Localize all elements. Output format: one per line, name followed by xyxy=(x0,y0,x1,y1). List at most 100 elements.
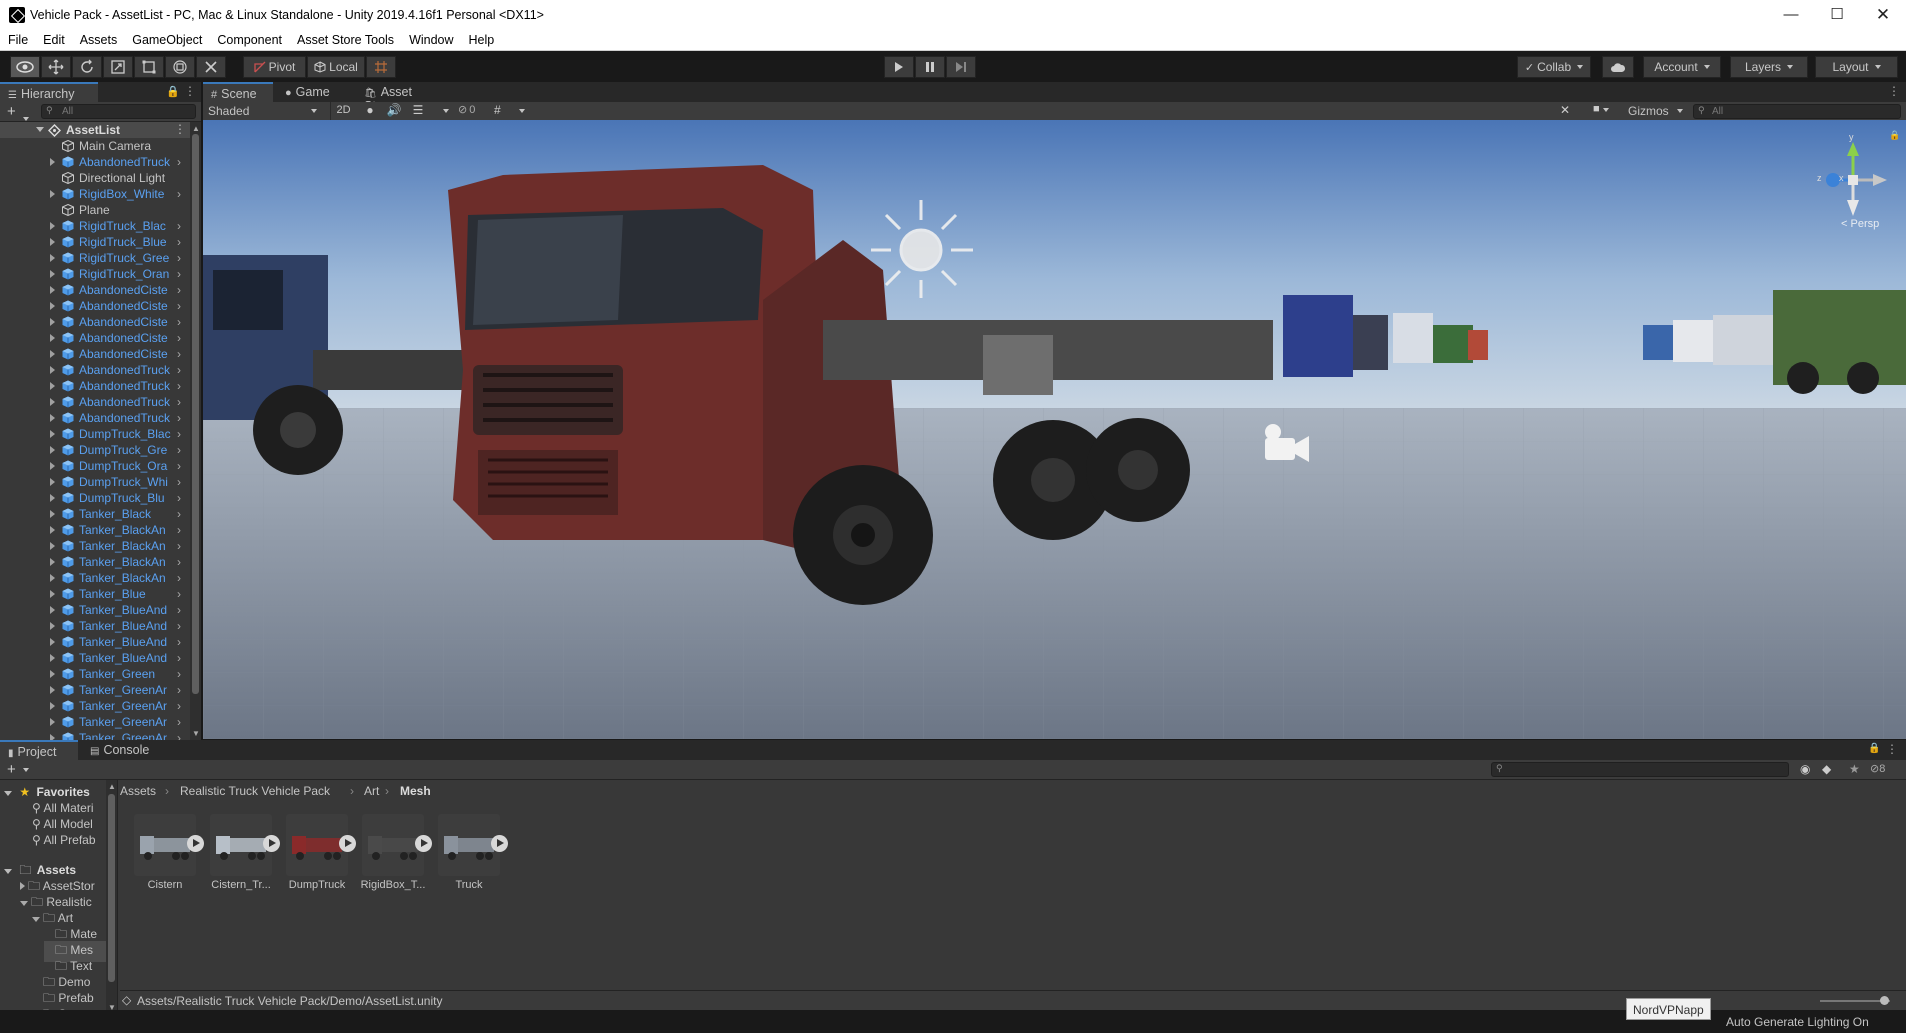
hierarchy-scroll-thumb[interactable] xyxy=(192,134,199,694)
favorites-header[interactable]: ★ Favorites xyxy=(4,785,90,799)
chevron-right-icon[interactable]: › xyxy=(177,507,181,521)
breadcrumb-assets[interactable]: Assets xyxy=(120,784,156,798)
hierarchy-item[interactable]: RigidBox_White › xyxy=(0,186,190,202)
menu-gameobject[interactable]: GameObject xyxy=(124,30,209,47)
hidden-packages-toggle[interactable]: ⊘8 xyxy=(1870,762,1885,775)
pause-button[interactable] xyxy=(915,56,945,78)
lock-icon[interactable]: 🔒 xyxy=(1868,743,1880,754)
chevron-right-icon[interactable]: › xyxy=(177,683,181,697)
chevron-right-icon[interactable]: › xyxy=(177,491,181,505)
collapsed-arrow-icon[interactable] xyxy=(50,702,55,710)
chevron-down-icon[interactable] xyxy=(519,109,525,113)
asset-tile[interactable] xyxy=(134,814,204,876)
chevron-right-icon[interactable]: › xyxy=(177,587,181,601)
kebab-menu-icon[interactable]: ⋮ xyxy=(174,122,186,136)
chevron-right-icon[interactable]: › xyxy=(177,235,181,249)
chevron-right-icon[interactable]: › xyxy=(177,427,181,441)
menu-window[interactable]: Window xyxy=(401,30,460,47)
hierarchy-item[interactable]: Tanker_BlueAnd › xyxy=(0,650,190,666)
chevron-right-icon[interactable]: › xyxy=(177,331,181,345)
play-button[interactable] xyxy=(884,56,914,78)
hierarchy-item[interactable]: RigidTruck_Blac › xyxy=(0,218,190,234)
hierarchy-item[interactable]: AbandonedCiste › xyxy=(0,298,190,314)
chevron-right-icon[interactable]: › xyxy=(177,603,181,617)
asset-tile[interactable] xyxy=(286,814,356,876)
menu-asset-store-tools[interactable]: Asset Store Tools xyxy=(289,30,401,47)
play-preview-icon[interactable] xyxy=(263,835,280,852)
scale-tool-icon[interactable] xyxy=(103,56,133,78)
expanded-arrow-icon[interactable] xyxy=(20,901,28,906)
scene-render[interactable] xyxy=(203,120,1906,739)
create-plus-icon[interactable]: + xyxy=(7,103,16,120)
menu-assets[interactable]: Assets xyxy=(72,30,125,47)
move-tool-icon[interactable] xyxy=(41,56,71,78)
hierarchy-item[interactable]: Tanker_Black › xyxy=(0,506,190,522)
hierarchy-item[interactable]: Tanker_GreenAr › xyxy=(0,714,190,730)
toggle-2d-button[interactable]: 2D xyxy=(330,102,356,120)
tab-project[interactable]: ▮ Project xyxy=(0,740,78,760)
hierarchy-item[interactable]: RigidTruck_Gree › xyxy=(0,250,190,266)
hierarchy-item[interactable]: AbandonedCiste › xyxy=(0,314,190,330)
collapsed-arrow-icon[interactable] xyxy=(50,414,55,422)
local-toggle-button[interactable]: Local xyxy=(307,56,365,78)
scene-search-input[interactable]: ⚲ All xyxy=(1693,104,1901,119)
scene-orientation-gizmo[interactable]: y z x < Persp xyxy=(1813,132,1893,230)
folder-scroll-thumb[interactable] xyxy=(108,794,115,982)
collapsed-arrow-icon[interactable] xyxy=(50,670,55,678)
chevron-right-icon[interactable]: › xyxy=(177,459,181,473)
collapsed-arrow-icon[interactable] xyxy=(50,542,55,550)
collapsed-arrow-icon[interactable] xyxy=(50,526,55,534)
step-button[interactable] xyxy=(946,56,976,78)
collapsed-arrow-icon[interactable] xyxy=(50,558,55,566)
chevron-right-icon[interactable]: › xyxy=(177,315,181,329)
close-button[interactable]: ✕ xyxy=(1860,0,1906,30)
hierarchy-item[interactable]: Directional Light xyxy=(0,170,190,186)
collapsed-arrow-icon[interactable] xyxy=(50,478,55,486)
audio-speaker-icon[interactable]: 🔊 xyxy=(383,103,405,119)
hierarchy-item[interactable]: AbandonedTruck › xyxy=(0,378,190,394)
menu-edit[interactable]: Edit xyxy=(35,30,72,47)
chevron-right-icon[interactable]: › xyxy=(177,299,181,313)
collapsed-arrow-icon[interactable] xyxy=(50,574,55,582)
scroll-up-icon[interactable]: ▲ xyxy=(192,124,200,133)
icon-size-slider[interactable] xyxy=(1820,996,1890,1005)
asset-tile[interactable] xyxy=(210,814,280,876)
rotate-tool-icon[interactable] xyxy=(72,56,102,78)
hierarchy-scrollbar[interactable]: ▲ ▼ xyxy=(190,122,201,740)
lighting-bulb-icon[interactable]: ● xyxy=(359,103,381,119)
collapsed-arrow-icon[interactable] xyxy=(50,302,55,310)
layout-dropdown[interactable]: Layout xyxy=(1815,56,1898,78)
chevron-right-icon[interactable]: › xyxy=(177,699,181,713)
camera-settings-dropdown[interactable]: ■ xyxy=(1593,103,1623,119)
view-tool-eye-icon[interactable] xyxy=(10,56,40,78)
icon-size-slider-thumb[interactable] xyxy=(1880,996,1889,1005)
chevron-right-icon[interactable]: › xyxy=(177,539,181,553)
menu-help[interactable]: Help xyxy=(461,30,502,47)
breadcrumb-art[interactable]: Art xyxy=(364,784,379,798)
hierarchy-item[interactable]: RigidTruck_Blue › xyxy=(0,234,190,250)
collapsed-arrow-icon[interactable] xyxy=(50,286,55,294)
collapsed-arrow-icon[interactable] xyxy=(50,606,55,614)
collapsed-arrow-icon[interactable] xyxy=(50,238,55,246)
chevron-right-icon[interactable]: › xyxy=(177,363,181,377)
hierarchy-item[interactable]: DumpTruck_Whi › xyxy=(0,474,190,490)
play-preview-icon[interactable] xyxy=(187,835,204,852)
projection-label[interactable]: < Persp xyxy=(1841,218,1879,230)
scene-row[interactable]: AssetList ⋮ xyxy=(0,122,190,138)
collapsed-arrow-icon[interactable] xyxy=(50,622,55,630)
tab-hierarchy[interactable]: ☰ Hierarchy xyxy=(0,82,98,102)
custom-tool-icon[interactable] xyxy=(196,56,226,78)
project-search-input[interactable]: ⚲ xyxy=(1491,762,1789,777)
collapsed-arrow-icon[interactable] xyxy=(50,590,55,598)
hierarchy-search-input[interactable]: ⚲ All xyxy=(41,104,196,119)
tab-scene[interactable]: # Scene xyxy=(203,82,273,102)
hierarchy-item[interactable]: Tanker_BlackAn › xyxy=(0,570,190,586)
asset-tile[interactable] xyxy=(362,814,432,876)
minimize-button[interactable]: — xyxy=(1768,0,1814,30)
chevron-right-icon[interactable]: › xyxy=(177,379,181,393)
collapsed-arrow-icon[interactable] xyxy=(20,882,25,890)
hierarchy-item[interactable]: AbandonedCiste › xyxy=(0,346,190,362)
chevron-right-icon[interactable]: › xyxy=(177,347,181,361)
play-preview-icon[interactable] xyxy=(415,835,432,852)
lock-icon[interactable]: 🔒 xyxy=(166,85,180,98)
